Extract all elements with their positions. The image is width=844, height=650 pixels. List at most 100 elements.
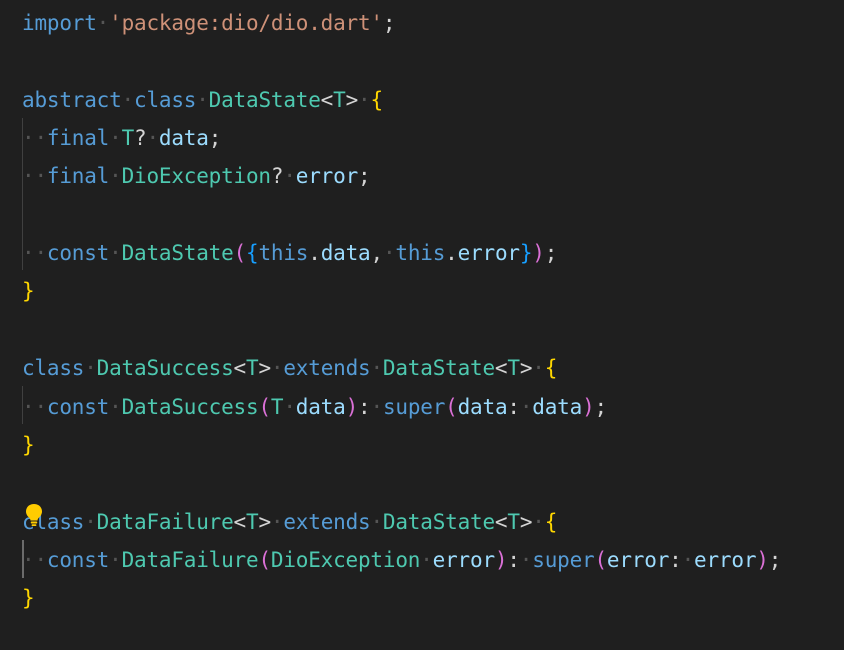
whitespace-marker: ·	[121, 87, 135, 112]
code-token: DataSuccess	[96, 356, 234, 381]
code-token: 'package:dio/dio.dart'	[109, 11, 383, 35]
code-token: }	[22, 279, 35, 304]
code-token: (	[233, 241, 247, 266]
code-token: data	[532, 394, 583, 419]
code-token: }	[519, 241, 533, 266]
code-line[interactable]: }	[22, 579, 35, 617]
code-line[interactable]: }	[22, 426, 35, 464]
code-token: const	[46, 547, 110, 572]
whitespace-marker: ·	[382, 241, 396, 266]
code-token: super	[382, 394, 446, 419]
code-line[interactable]: }	[22, 272, 35, 310]
code-token: ,	[370, 241, 383, 266]
code-token: final	[46, 164, 110, 189]
whitespace-marker: ··	[22, 547, 47, 572]
whitespace-marker: ·	[532, 509, 545, 534]
code-token: error	[432, 547, 495, 572]
code-token: <	[233, 356, 247, 381]
code-token: .	[308, 241, 321, 266]
code-token: :	[358, 394, 371, 419]
code-token: this	[258, 241, 309, 266]
code-line[interactable]: class·DataSuccess<T>·extends·DataState<T…	[22, 349, 557, 387]
code-token: DataState	[208, 87, 321, 112]
code-line[interactable]: ··const·DataState({this.data,·this.error…	[22, 234, 557, 272]
code-token: :	[507, 547, 520, 572]
code-line[interactable]: import·'package:dio/dio.dart';	[22, 4, 396, 42]
whitespace-marker: ·	[109, 164, 122, 189]
code-editor[interactable]: import·'package:dio/dio.dart'; abstract·c…	[0, 0, 844, 650]
code-token: extends	[283, 356, 371, 381]
code-token: .	[445, 241, 458, 266]
lightbulb-icon[interactable]	[24, 503, 44, 527]
whitespace-marker: ·	[146, 126, 159, 151]
whitespace-marker: ·	[519, 394, 533, 419]
code-token: T	[507, 509, 520, 534]
whitespace-marker: ·	[270, 509, 284, 534]
code-token: }	[22, 586, 35, 611]
code-token: error	[295, 164, 359, 189]
code-token: DioException	[270, 547, 421, 572]
code-token: {	[246, 241, 259, 266]
whitespace-marker: ·	[283, 394, 296, 419]
code-token: DioException	[121, 164, 272, 189]
code-token: const	[46, 241, 110, 266]
code-token: DataState	[382, 356, 495, 381]
code-line[interactable]: ··const·DataSuccess(T·data):·super(data:…	[22, 388, 607, 426]
code-token: DataState	[121, 241, 234, 266]
code-line[interactable]: ··const·DataFailure(DioException·error):…	[22, 541, 781, 579]
code-token: }	[22, 432, 35, 457]
code-token: T	[121, 126, 135, 151]
code-token: DataFailure	[96, 509, 234, 534]
code-token: >	[519, 509, 533, 534]
code-token: DataState	[382, 509, 495, 534]
code-token: DataFailure	[121, 547, 259, 572]
whitespace-marker: ·	[109, 241, 122, 266]
code-line[interactable]: class·DataFailure<T>·extends·DataState<T…	[22, 503, 557, 541]
code-token: {	[544, 356, 558, 381]
code-token: const	[46, 394, 110, 419]
code-token: :	[669, 547, 682, 572]
code-token: ;	[208, 126, 222, 151]
code-token: super	[532, 547, 595, 572]
code-token: )	[582, 394, 595, 419]
code-line[interactable]: abstract·class·DataState<T>·{	[22, 81, 383, 119]
code-token: abstract	[22, 87, 122, 112]
whitespace-marker: ··	[22, 126, 47, 151]
code-token: :	[507, 394, 520, 419]
code-token: ?	[270, 164, 284, 189]
code-token: >	[258, 356, 271, 381]
code-token: <	[320, 87, 334, 112]
code-token: T	[333, 87, 346, 112]
whitespace-marker: ·	[370, 356, 383, 381]
code-token: data	[295, 394, 346, 419]
whitespace-marker: ·	[681, 547, 695, 572]
code-token: ;	[358, 164, 371, 189]
whitespace-marker: ·	[283, 164, 296, 189]
code-token: data	[320, 241, 371, 266]
code-token: (	[594, 547, 607, 572]
whitespace-marker: ·	[370, 394, 383, 419]
code-token: T	[507, 356, 520, 381]
whitespace-marker: ··	[22, 241, 47, 266]
whitespace-marker: ·	[84, 356, 97, 381]
whitespace-marker: ·	[109, 126, 122, 151]
code-token: >	[519, 356, 533, 381]
code-line[interactable]: ··final·T?·data;	[22, 119, 221, 157]
code-token: final	[46, 126, 110, 151]
code-token: (	[258, 547, 271, 572]
code-token: ;	[382, 11, 396, 35]
code-token: {	[370, 87, 383, 112]
code-line[interactable]: ··final·DioException?·error;	[22, 157, 371, 195]
code-token: )	[494, 547, 508, 572]
code-token: )	[532, 241, 545, 266]
code-token: {	[544, 509, 558, 534]
code-token: class	[134, 87, 197, 112]
code-token: <	[494, 509, 508, 534]
code-token: extends	[283, 509, 371, 534]
whitespace-marker: ·	[270, 356, 284, 381]
code-token: error	[694, 547, 757, 572]
code-token: data	[457, 394, 508, 419]
code-token: ;	[544, 241, 558, 266]
whitespace-marker: ··	[22, 164, 47, 189]
code-token: T	[246, 356, 259, 381]
